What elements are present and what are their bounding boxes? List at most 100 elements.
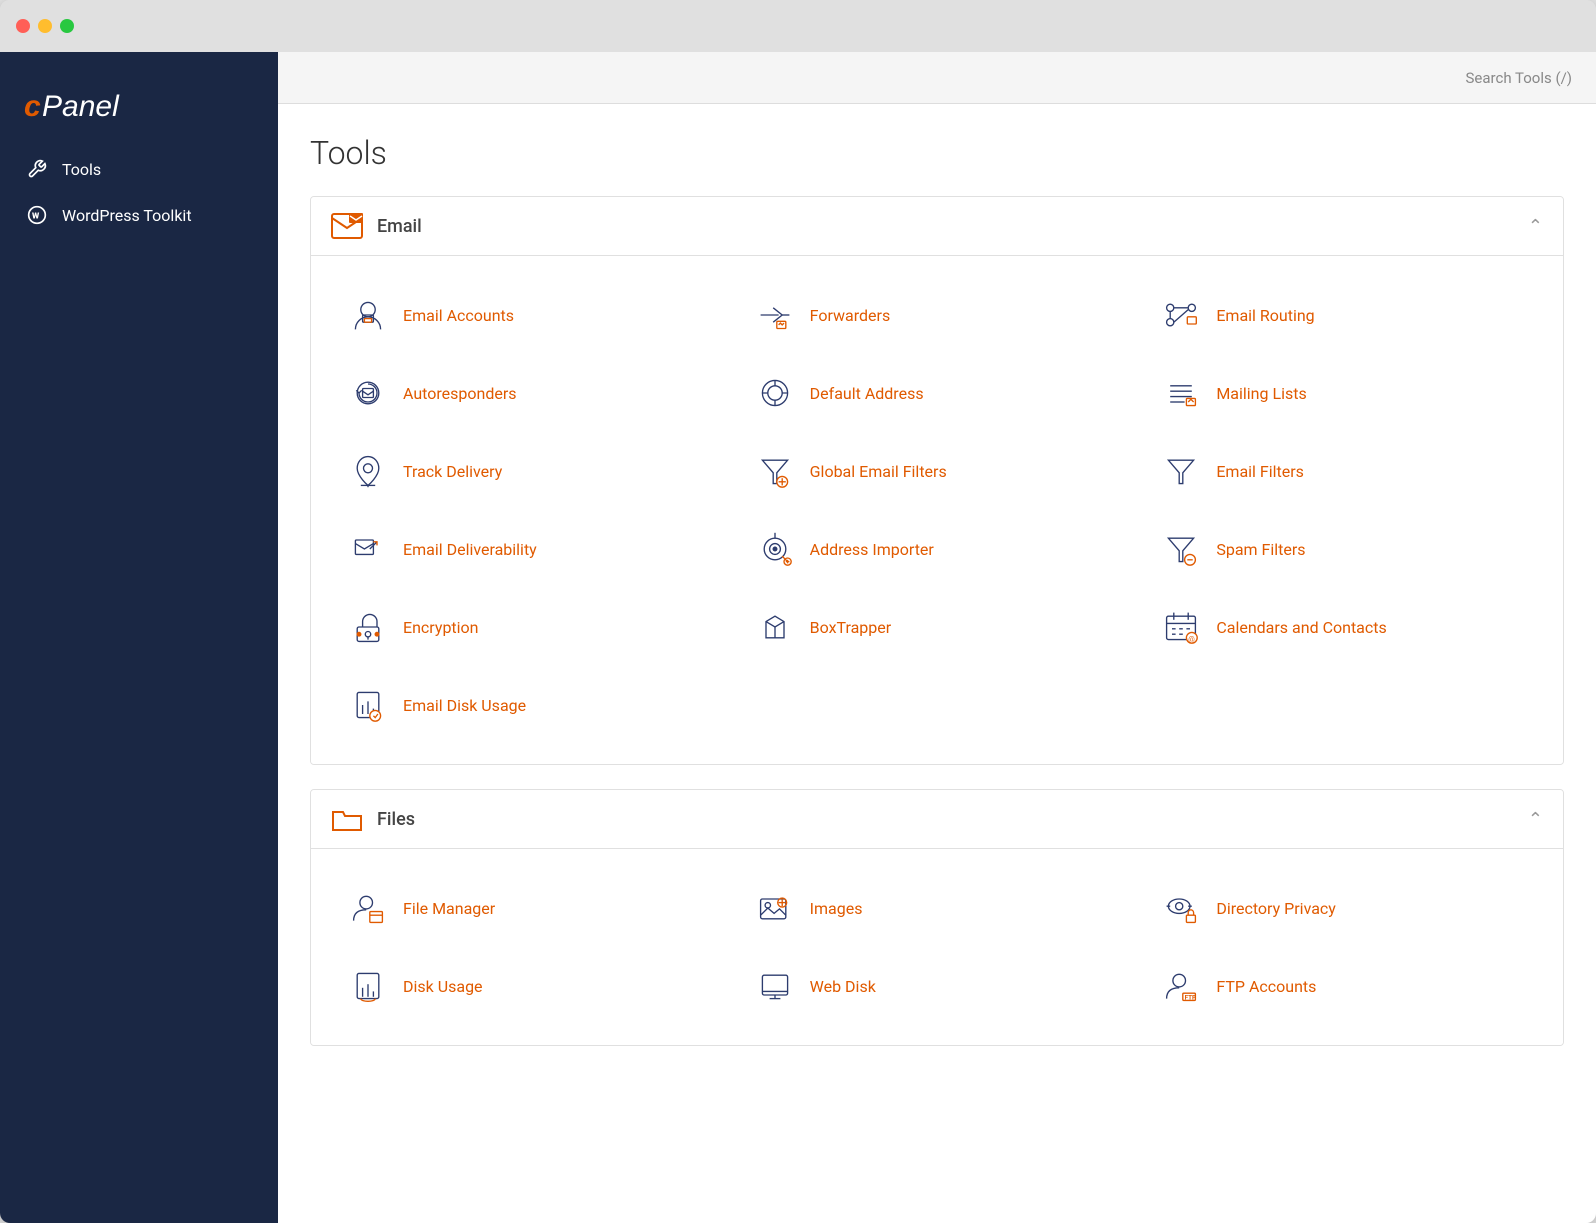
email-section-icon [331,213,363,239]
sidebar-navigation: Tools W WordPress Toolkit [0,146,278,238]
ftp-accounts-label: FTP Accounts [1216,977,1316,996]
app-layout: c Panel Tools [0,52,1596,1223]
tool-email-deliverability[interactable]: Email Deliverability [327,510,734,588]
tool-file-manager[interactable]: File Manager [327,869,734,947]
files-tools-grid: File Manager [327,869,1547,1025]
files-section-chevron[interactable]: ⌃ [1528,809,1543,830]
calendars-contacts-label: Calendars and Contacts [1216,618,1386,637]
email-section-body: Email Accounts [311,256,1563,764]
directory-privacy-icon [1160,887,1202,929]
close-button[interactable] [16,19,30,33]
autoresponders-label: Autoresponders [403,384,517,403]
tool-mailing-lists[interactable]: Mailing Lists [1140,354,1547,432]
images-label: Images [810,899,863,918]
email-section-chevron[interactable]: ⌃ [1528,216,1543,237]
email-deliverability-label: Email Deliverability [403,540,537,559]
email-section: Email ⌃ [310,196,1564,765]
sidebar-item-wordpress-toolkit[interactable]: W WordPress Toolkit [12,192,266,238]
email-disk-usage-label: Email Disk Usage [403,696,526,715]
track-delivery-icon [347,450,389,492]
sidebar-tools-label: Tools [62,160,101,179]
calendars-contacts-icon: @ [1160,606,1202,648]
tool-email-routing[interactable]: Email Routing [1140,276,1547,354]
tool-forwarders[interactable]: Forwarders [734,276,1141,354]
svg-text:@: @ [1189,634,1196,643]
maximize-button[interactable] [60,19,74,33]
web-disk-label: Web Disk [810,977,876,996]
tool-autoresponders[interactable]: Autoresponders [327,354,734,432]
files-section-header[interactable]: Files ⌃ [311,790,1563,849]
email-filters-icon [1160,450,1202,492]
spam-filters-label: Spam Filters [1216,540,1305,559]
directory-privacy-label: Directory Privacy [1216,899,1336,918]
forwarders-label: Forwarders [810,306,891,325]
tool-ftp-accounts[interactable]: FTP FTP Accounts [1140,947,1547,1025]
files-section-title: Files [377,809,415,830]
encryption-icon [347,606,389,648]
email-accounts-icon [347,294,389,336]
sidebar-wordpress-label: WordPress Toolkit [62,206,192,225]
tool-track-delivery[interactable]: Track Delivery [327,432,734,510]
tool-email-disk-usage[interactable]: Email Disk Usage [327,666,734,744]
email-accounts-label: Email Accounts [403,306,514,325]
svg-text:Panel: Panel [42,90,120,122]
address-importer-label: Address Importer [810,540,934,559]
app-window: c Panel Tools [0,0,1596,1223]
sidebar: c Panel Tools [0,52,278,1223]
sidebar-item-tools[interactable]: Tools [12,146,266,192]
tool-calendars-contacts[interactable]: @ Calendars and Contacts [1140,588,1547,666]
boxtrapper-label: BoxTrapper [810,618,892,637]
images-icon [754,887,796,929]
tool-default-address[interactable]: Default Address [734,354,1141,432]
email-disk-usage-icon [347,684,389,726]
cpanel-logo: c Panel [0,72,278,146]
mailing-lists-label: Mailing Lists [1216,384,1306,403]
ftp-accounts-icon: FTP [1160,965,1202,1007]
wordpress-icon: W [26,204,48,226]
tool-email-filters[interactable]: Email Filters [1140,432,1547,510]
tool-global-email-filters[interactable]: Global Email Filters [734,432,1141,510]
svg-text:W: W [32,211,40,221]
tool-images[interactable]: Images [734,869,1141,947]
address-importer-icon [754,528,796,570]
web-disk-icon [754,965,796,1007]
email-tools-grid: Email Accounts [327,276,1547,744]
file-manager-icon [347,887,389,929]
tool-disk-usage[interactable]: Disk Usage [327,947,734,1025]
email-section-header-left: Email [331,213,422,239]
tool-boxtrapper[interactable]: BoxTrapper [734,588,1141,666]
page-content: Tools Email [278,104,1596,1100]
cpanel-logo-svg: c Panel [24,86,134,122]
search-tools-link[interactable]: Search Tools (/) [1466,69,1573,87]
main-content: Search Tools (/) Tools [278,52,1596,1223]
email-routing-label: Email Routing [1216,306,1314,325]
page-title: Tools [310,134,1564,172]
email-deliverability-icon [347,528,389,570]
email-section-title: Email [377,216,422,237]
disk-usage-label: Disk Usage [403,977,483,996]
track-delivery-label: Track Delivery [403,462,502,481]
boxtrapper-icon [754,606,796,648]
tool-web-disk[interactable]: Web Disk [734,947,1141,1025]
svg-text:FTP: FTP [1185,994,1196,1002]
tool-email-accounts[interactable]: Email Accounts [327,276,734,354]
tool-spam-filters[interactable]: Spam Filters [1140,510,1547,588]
disk-usage-icon [347,965,389,1007]
wrench-icon [26,158,48,180]
files-section: Files ⌃ [310,789,1564,1046]
email-section-header[interactable]: Email ⌃ [311,197,1563,256]
svg-text:c: c [24,90,41,122]
spam-filters-icon [1160,528,1202,570]
top-bar: Search Tools (/) [278,52,1596,104]
minimize-button[interactable] [38,19,52,33]
files-section-icon [331,806,363,832]
email-filters-label: Email Filters [1216,462,1304,481]
tool-directory-privacy[interactable]: Directory Privacy [1140,869,1547,947]
global-email-filters-icon [754,450,796,492]
encryption-label: Encryption [403,618,479,637]
tool-address-importer[interactable]: Address Importer [734,510,1141,588]
default-address-label: Default Address [810,384,924,403]
files-section-header-left: Files [331,806,415,832]
global-email-filters-label: Global Email Filters [810,462,947,481]
tool-encryption[interactable]: Encryption [327,588,734,666]
